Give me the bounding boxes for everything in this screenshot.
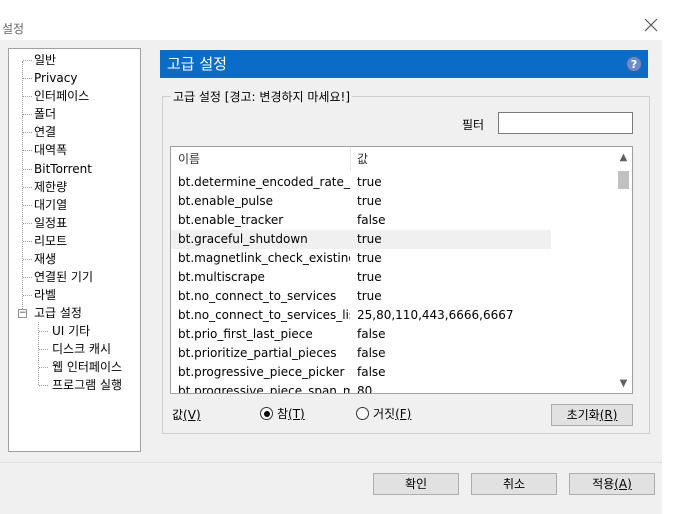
ok-button[interactable]: 확인	[373, 473, 459, 495]
tree-item-transfer-cap[interactable]: 제한량	[34, 178, 67, 196]
tree-item-scheduler[interactable]: 일정표	[34, 214, 67, 232]
row-value: 80	[357, 384, 373, 394]
tree-item-advanced[interactable]: 고급 설정	[34, 304, 82, 322]
tree-item-interface[interactable]: 인터페이스	[34, 87, 89, 105]
row-name: bt.progressive_piece_span_mb	[178, 384, 350, 394]
list-row-hover[interactable]: bt.graceful_shutdown true	[171, 230, 551, 249]
tree-item-disk-cache[interactable]: 디스크 캐시	[52, 340, 111, 358]
panel-title: 고급 설정	[167, 55, 227, 73]
list-row[interactable]: bt.multiscrape true	[171, 268, 616, 287]
tree-item-playback[interactable]: 재생	[34, 250, 56, 268]
bottom-bar	[0, 462, 662, 514]
tree-item-paired-devices[interactable]: 연결된 기기	[34, 268, 93, 286]
tree-item-queueing[interactable]: 대기열	[34, 196, 67, 214]
list-scrollbar[interactable]: ▲ ▼	[615, 147, 632, 393]
list-row[interactable]: bt.progressive_piece_picker false	[171, 363, 616, 382]
row-value: true	[357, 251, 382, 265]
reset-button[interactable]: 초기화(R)	[551, 404, 633, 426]
list-row[interactable]: bt.determine_encoded_rate_fo... true	[171, 173, 616, 192]
list-row[interactable]: bt.enable_tracker false	[171, 211, 616, 230]
window-title: 설정	[2, 22, 25, 36]
tree-item-bittorrent[interactable]: BitTorrent	[34, 160, 92, 178]
row-name: bt.no_connect_to_services	[178, 289, 337, 303]
row-value: false	[357, 213, 386, 227]
apply-button[interactable]: 적용(A)	[569, 473, 655, 495]
row-value: true	[357, 270, 382, 284]
tree-item-ui-extras[interactable]: UI 기타	[52, 322, 90, 340]
tree-item-bandwidth[interactable]: 대역폭	[34, 141, 67, 159]
row-value: true	[357, 175, 382, 189]
filter-label: 필터	[462, 118, 485, 132]
scroll-thumb[interactable]	[618, 171, 629, 189]
row-value: true	[357, 194, 382, 208]
false-radio-label: 거짓(F)	[373, 407, 412, 421]
list-row[interactable]: bt.prioritize_partial_pieces false	[171, 344, 616, 363]
row-value: true	[357, 289, 382, 303]
column-header-value[interactable]: 값	[357, 147, 368, 171]
tree-item-run-program[interactable]: 프로그램 실행	[52, 376, 122, 394]
row-name: bt.enable_tracker	[178, 213, 284, 227]
false-radio[interactable]: 거짓(F)	[356, 405, 411, 422]
row-name: bt.graceful_shutdown	[178, 232, 308, 246]
row-value: 25,80,110,443,6666,6667	[357, 308, 514, 322]
list-row[interactable]: bt.progressive_piece_span_mb 80	[171, 382, 616, 394]
row-value: false	[357, 327, 386, 341]
settings-list[interactable]: 이름 값 bt.determine_encoded_rate_fo... tru…	[170, 146, 633, 394]
row-value: false	[357, 346, 386, 360]
tree-item-web-ui[interactable]: 웹 인터페이스	[52, 358, 122, 376]
row-value: true	[357, 232, 382, 246]
column-header-name[interactable]: 이름	[178, 147, 200, 171]
row-name: bt.enable_pulse	[178, 194, 274, 208]
row-value: false	[357, 365, 386, 379]
row-name: bt.prioritize_partial_pieces	[178, 346, 337, 360]
cancel-button[interactable]: 취소	[471, 473, 557, 495]
group-label: 고급 설정 [경고: 변경하지 마세요!]	[171, 88, 352, 105]
title-bar: 설정	[0, 0, 674, 40]
settings-tree[interactable]: 일반 Privacy 인터페이스 폴더 연결 대역폭 BitTorrent 제한…	[8, 48, 141, 452]
tree-item-folders[interactable]: 폴더	[34, 105, 56, 123]
tree-item-remote[interactable]: 리모트	[34, 232, 67, 250]
list-row[interactable]: bt.no_connect_to_services_list 25,80,110…	[171, 306, 616, 325]
list-row[interactable]: bt.magnetlink_check_existing_... true	[171, 249, 616, 268]
tree-item-privacy[interactable]: Privacy	[34, 69, 77, 87]
list-row[interactable]: bt.enable_pulse true	[171, 192, 616, 211]
row-name: bt.prio_first_last_piece	[178, 327, 313, 341]
tree-item-connection[interactable]: 연결	[34, 123, 56, 141]
tree-item-labels[interactable]: 라벨	[34, 286, 56, 304]
panel-header: 고급 설정 ?	[160, 50, 648, 78]
row-name: bt.multiscrape	[178, 270, 265, 284]
radio-checked-icon[interactable]	[260, 407, 273, 420]
list-row[interactable]: bt.no_connect_to_services true	[171, 287, 616, 306]
collapse-icon[interactable]: −	[18, 309, 27, 318]
value-label: 값(V)	[172, 408, 201, 422]
true-radio-label: 참(T)	[277, 407, 305, 421]
scroll-up-icon[interactable]: ▲	[615, 149, 632, 166]
scroll-down-icon[interactable]: ▼	[615, 375, 632, 392]
filter-input[interactable]	[498, 112, 633, 134]
row-name: bt.determine_encoded_rate_fo...	[178, 175, 350, 189]
row-name: bt.progressive_piece_picker	[178, 365, 345, 379]
help-icon[interactable]: ?	[626, 56, 642, 72]
radio-unchecked-icon[interactable]	[356, 407, 369, 420]
list-row[interactable]: bt.prio_first_last_piece false	[171, 325, 616, 344]
row-name: bt.magnetlink_check_existing_...	[178, 251, 350, 265]
close-icon[interactable]	[644, 18, 658, 32]
row-name: bt.no_connect_to_services_list	[178, 308, 350, 322]
true-radio[interactable]: 참(T)	[260, 405, 305, 422]
tree-item-general[interactable]: 일반	[34, 51, 56, 69]
